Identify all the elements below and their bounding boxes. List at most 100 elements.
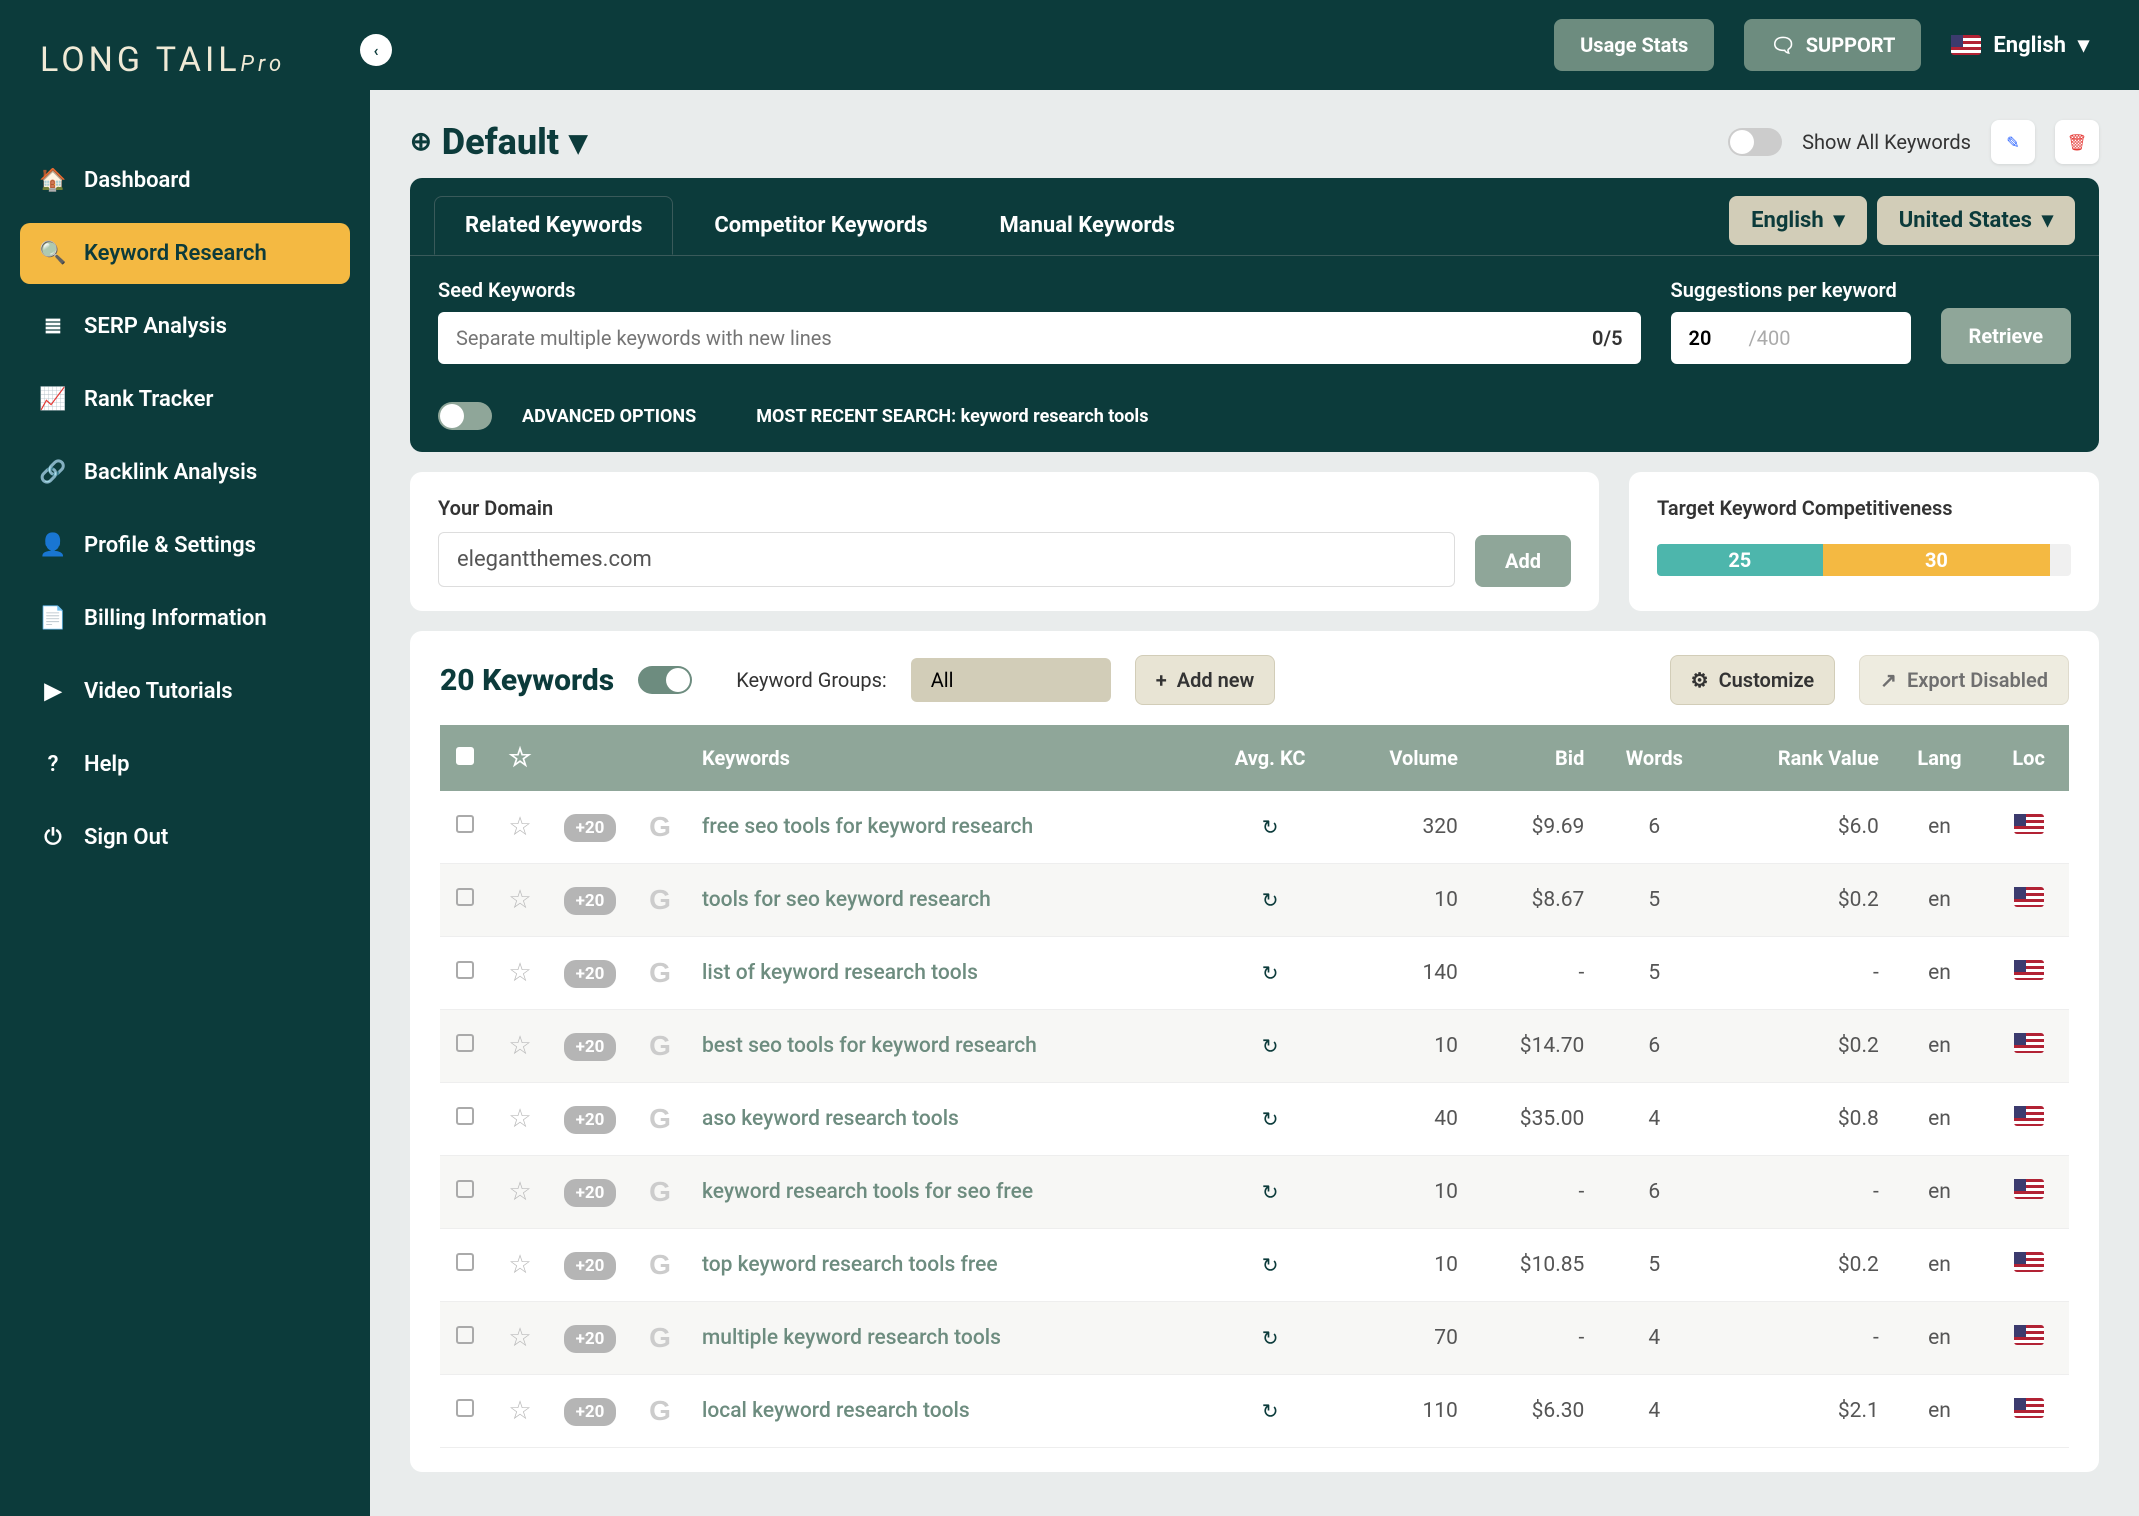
refresh-icon[interactable]: ↻: [1262, 815, 1279, 839]
keyword-cell[interactable]: free seo tools for keyword research: [690, 791, 1203, 864]
sidebar-item-dashboard[interactable]: 🏠Dashboard: [20, 150, 350, 211]
keyword-cell[interactable]: tools for seo keyword research: [690, 864, 1203, 937]
col-bid[interactable]: Bid: [1470, 725, 1596, 791]
star-icon[interactable]: ☆: [508, 1396, 531, 1426]
suggestions-input[interactable]: [1689, 326, 1749, 350]
sidebar-item-help[interactable]: ?Help: [20, 734, 350, 795]
tab-manual-keywords[interactable]: Manual Keywords: [969, 196, 1206, 255]
nav-label: SERP Analysis: [84, 314, 227, 339]
domain-input[interactable]: [438, 532, 1455, 587]
sidebar-item-video-tutorials[interactable]: ▶Video Tutorials: [20, 661, 350, 722]
flag-icon: [1951, 35, 1981, 55]
sidebar-item-rank-tracker[interactable]: 📈Rank Tracker: [20, 369, 350, 430]
star-icon[interactable]: ☆: [508, 812, 531, 842]
col-avg-kc[interactable]: Avg. KC: [1203, 725, 1338, 791]
col-volume[interactable]: Volume: [1338, 725, 1470, 791]
refresh-icon[interactable]: ↻: [1262, 1180, 1279, 1204]
star-icon[interactable]: ☆: [508, 1104, 531, 1134]
refresh-icon[interactable]: ↻: [1262, 1253, 1279, 1277]
edit-button[interactable]: ✎: [1991, 120, 2035, 164]
keyword-groups-select[interactable]: All: [911, 658, 1111, 702]
expand-badge[interactable]: +20: [564, 1398, 617, 1426]
google-icon[interactable]: G: [649, 957, 671, 988]
expand-badge[interactable]: +20: [564, 1033, 617, 1061]
refresh-icon[interactable]: ↻: [1262, 1034, 1279, 1058]
star-icon[interactable]: ☆: [508, 1177, 531, 1207]
keyword-cell[interactable]: local keyword research tools: [690, 1375, 1203, 1448]
google-icon[interactable]: G: [649, 1176, 671, 1207]
select-all-checkbox[interactable]: [456, 747, 474, 765]
row-checkbox[interactable]: [456, 1034, 474, 1052]
search-language-select[interactable]: English ▾: [1729, 196, 1867, 245]
row-checkbox[interactable]: [456, 1399, 474, 1417]
star-icon[interactable]: ☆: [508, 885, 531, 915]
keyword-cell[interactable]: list of keyword research tools: [690, 937, 1203, 1010]
row-checkbox[interactable]: [456, 815, 474, 833]
add-domain-button[interactable]: Add: [1475, 535, 1571, 587]
sidebar-item-billing-information[interactable]: 📄Billing Information: [20, 588, 350, 649]
star-icon[interactable]: ☆: [508, 1250, 531, 1280]
google-icon[interactable]: G: [649, 1395, 671, 1426]
keyword-cell[interactable]: aso keyword research tools: [690, 1083, 1203, 1156]
keyword-cell[interactable]: top keyword research tools free: [690, 1229, 1203, 1302]
col-loc[interactable]: Loc: [1988, 725, 2069, 791]
star-icon[interactable]: ☆: [508, 1323, 531, 1353]
google-icon[interactable]: G: [649, 1030, 671, 1061]
add-group-button[interactable]: +Add new: [1135, 655, 1276, 705]
tab-related-keywords[interactable]: Related Keywords: [434, 196, 673, 255]
google-icon[interactable]: G: [649, 1249, 671, 1280]
sidebar-item-serp-analysis[interactable]: ≣SERP Analysis: [20, 296, 350, 357]
sidebar-item-sign-out[interactable]: ⏻Sign Out: [20, 807, 350, 868]
customize-button[interactable]: ⚙Customize: [1670, 655, 1836, 705]
keyword-cell[interactable]: multiple keyword research tools: [690, 1302, 1203, 1375]
star-icon[interactable]: ☆: [508, 958, 531, 988]
expand-badge[interactable]: +20: [564, 887, 617, 915]
col-words[interactable]: Words: [1596, 725, 1712, 791]
refresh-icon[interactable]: ↻: [1262, 1107, 1279, 1131]
show-all-toggle[interactable]: [1728, 128, 1782, 156]
col-lang[interactable]: Lang: [1891, 725, 1988, 791]
google-icon[interactable]: G: [649, 884, 671, 915]
advanced-toggle[interactable]: [438, 402, 492, 430]
google-icon[interactable]: G: [649, 1322, 671, 1353]
expand-badge[interactable]: +20: [564, 1179, 617, 1207]
refresh-icon[interactable]: ↻: [1262, 1326, 1279, 1350]
sidebar-item-keyword-research[interactable]: 🔍Keyword Research: [20, 223, 350, 284]
search-location-select[interactable]: United States ▾: [1877, 196, 2075, 245]
row-checkbox[interactable]: [456, 1180, 474, 1198]
refresh-icon[interactable]: ↻: [1262, 888, 1279, 912]
row-checkbox[interactable]: [456, 1253, 474, 1271]
expand-badge[interactable]: +20: [564, 960, 617, 988]
refresh-icon[interactable]: ↻: [1262, 1399, 1279, 1423]
row-checkbox[interactable]: [456, 1107, 474, 1125]
retrieve-button[interactable]: Retrieve: [1941, 308, 2071, 364]
rank-cell: $0.2: [1712, 1229, 1891, 1302]
google-icon[interactable]: G: [649, 811, 671, 842]
expand-badge[interactable]: +20: [564, 1252, 617, 1280]
project-selector[interactable]: ⊕ Default ▾: [410, 121, 587, 163]
keyword-cell[interactable]: best seo tools for keyword research: [690, 1010, 1203, 1083]
col-rank-value[interactable]: Rank Value: [1712, 725, 1891, 791]
seed-keywords-input[interactable]: [456, 326, 1592, 350]
google-icon[interactable]: G: [649, 1103, 671, 1134]
expand-badge[interactable]: +20: [564, 814, 617, 842]
sidebar-item-backlink-analysis[interactable]: 🔗Backlink Analysis: [20, 442, 350, 503]
col-keywords[interactable]: Keywords: [690, 725, 1203, 791]
expand-badge[interactable]: +20: [564, 1325, 617, 1353]
keywords-toggle[interactable]: [638, 666, 692, 694]
refresh-icon[interactable]: ↻: [1262, 961, 1279, 985]
chevron-down-icon: ▾: [2078, 33, 2089, 58]
language-selector[interactable]: English▾: [1951, 33, 2089, 58]
support-button[interactable]: 🗨SUPPORT: [1744, 19, 1921, 71]
keyword-cell[interactable]: keyword research tools for seo free: [690, 1156, 1203, 1229]
expand-badge[interactable]: +20: [564, 1106, 617, 1134]
sidebar-collapse-button[interactable]: ‹: [360, 34, 392, 66]
usage-stats-button[interactable]: Usage Stats: [1554, 19, 1714, 71]
delete-button[interactable]: 🗑: [2055, 120, 2099, 164]
row-checkbox[interactable]: [456, 961, 474, 979]
row-checkbox[interactable]: [456, 1326, 474, 1344]
tab-competitor-keywords[interactable]: Competitor Keywords: [683, 196, 958, 255]
sidebar-item-profile-settings[interactable]: 👤Profile & Settings: [20, 515, 350, 576]
row-checkbox[interactable]: [456, 888, 474, 906]
star-icon[interactable]: ☆: [508, 1031, 531, 1061]
